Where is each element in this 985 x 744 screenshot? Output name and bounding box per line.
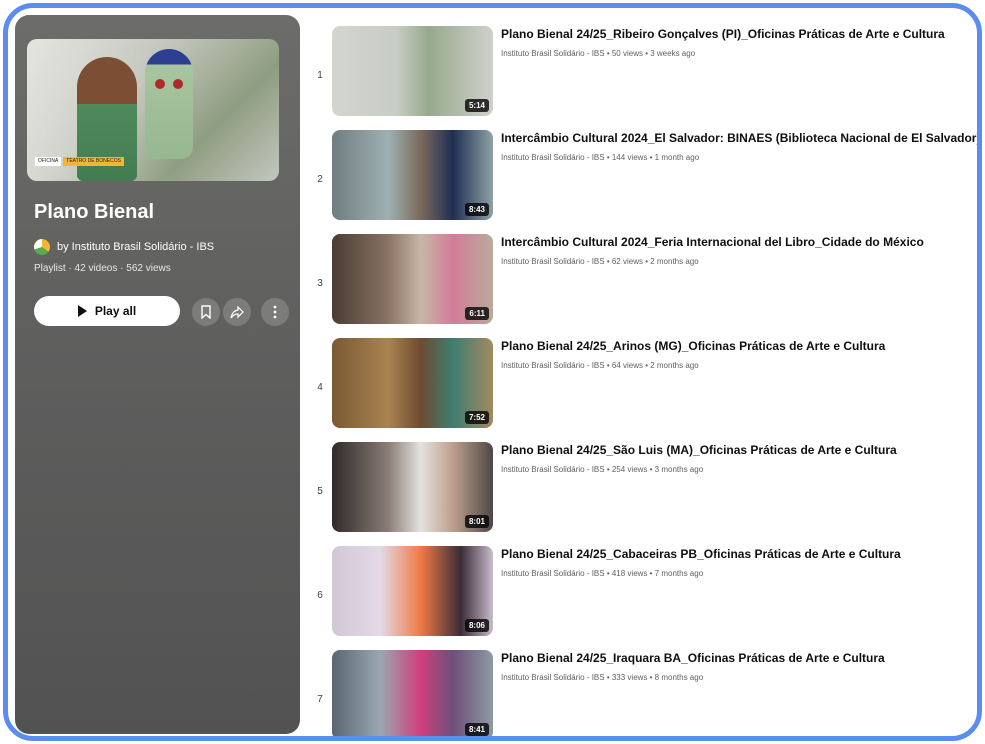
video-title[interactable]: Intercâmbio Cultural 2024_Feria Internac…: [501, 235, 977, 249]
play-all-label: Play all: [94, 304, 137, 318]
video-title[interactable]: Intercâmbio Cultural 2024_El Salvador: B…: [501, 131, 977, 145]
play-icon: [77, 305, 87, 317]
video-list-item[interactable]: 3 6:11 Intercâmbio Cultural 2024_Feria I…: [306, 234, 977, 334]
video-thumbnail[interactable]: 8:43: [332, 130, 493, 220]
video-list-item[interactable]: 1 5:14 Plano Bienal 24/25_Ribeiro Gonçal…: [306, 26, 977, 126]
video-meta: Instituto Brasil Solidário - IBS • 333 v…: [501, 673, 704, 682]
video-index: 6: [317, 590, 323, 601]
play-all-button[interactable]: Play all: [34, 296, 180, 326]
hero-tag: OFICINA: [35, 157, 62, 166]
hero-tag-bar: OFICINA TEATRO DE BONECOS: [35, 157, 124, 166]
video-meta: Instituto Brasil Solidário - IBS • 254 v…: [501, 465, 704, 474]
video-meta: Instituto Brasil Solidário - IBS • 50 vi…: [501, 49, 696, 58]
video-title[interactable]: Plano Bienal 24/25_São Luis (MA)_Oficina…: [501, 443, 977, 457]
video-index: 1: [317, 70, 323, 81]
owner-name[interactable]: by Instituto Brasil Solidário - IBS: [57, 241, 214, 253]
share-button[interactable]: [223, 298, 251, 326]
video-index: 2: [317, 174, 323, 185]
video-title[interactable]: Plano Bienal 24/25_Arinos (MG)_Oficinas …: [501, 339, 977, 353]
playlist-owner[interactable]: by Instituto Brasil Solidário - IBS: [34, 239, 214, 255]
video-thumbnail[interactable]: 7:52: [332, 338, 493, 428]
playlist-sidebar: OFICINA TEATRO DE BONECOS Plano Bienal b…: [15, 15, 300, 734]
video-duration: 6:11: [465, 307, 489, 320]
video-duration: 8:43: [464, 203, 489, 216]
playlist-stats: Playlist · 42 videos · 562 views: [34, 263, 171, 274]
video-thumbnail[interactable]: 8:06: [332, 546, 493, 636]
puppet-eye: [155, 79, 165, 89]
video-index: 3: [317, 278, 323, 289]
hero-puppet-figure: [145, 49, 193, 159]
video-meta: Instituto Brasil Solidário - IBS • 62 vi…: [501, 257, 699, 266]
app-frame: OFICINA TEATRO DE BONECOS Plano Bienal b…: [3, 3, 982, 741]
video-list-item[interactable]: 2 8:43 Intercâmbio Cultural 2024_El Salv…: [306, 130, 977, 230]
video-index: 5: [317, 486, 323, 497]
video-duration: 8:41: [464, 723, 489, 736]
bookmark-icon: [201, 305, 211, 319]
video-list-item[interactable]: 4 7:52 Plano Bienal 24/25_Arinos (MG)_Of…: [306, 338, 977, 438]
video-index: 4: [317, 382, 323, 393]
save-playlist-button[interactable]: [192, 298, 220, 326]
share-icon: [230, 305, 244, 319]
video-duration: 8:06: [464, 619, 489, 632]
video-title[interactable]: Plano Bienal 24/25_Cabaceiras PB_Oficina…: [501, 547, 977, 561]
playlist-hero-thumbnail[interactable]: OFICINA TEATRO DE BONECOS: [27, 39, 279, 181]
video-duration: 5:14: [464, 99, 489, 112]
video-thumbnail[interactable]: 5:14: [332, 26, 493, 116]
video-index: 7: [317, 694, 323, 705]
video-meta: Instituto Brasil Solidário - IBS • 144 v…: [501, 153, 700, 162]
puppet-eye: [173, 79, 183, 89]
playlist-title: Plano Bienal: [34, 201, 155, 223]
video-list-item[interactable]: 5 8:01 Plano Bienal 24/25_São Luis (MA)_…: [306, 442, 977, 542]
video-meta: Instituto Brasil Solidário - IBS • 64 vi…: [501, 361, 699, 370]
video-duration: 7:52: [464, 411, 489, 424]
video-duration: 8:01: [464, 515, 489, 528]
video-title[interactable]: Plano Bienal 24/25_Iraquara BA_Oficinas …: [501, 651, 977, 665]
video-list-item[interactable]: 6 8:06 Plano Bienal 24/25_Cabaceiras PB_…: [306, 546, 977, 646]
video-thumbnail[interactable]: 6:11: [332, 234, 493, 324]
video-meta: Instituto Brasil Solidário - IBS • 418 v…: [501, 569, 704, 578]
video-list-item[interactable]: 7 8:41 Plano Bienal 24/25_Iraquara BA_Of…: [306, 650, 977, 736]
owner-avatar[interactable]: [34, 239, 50, 255]
video-title[interactable]: Plano Bienal 24/25_Ribeiro Gonçalves (PI…: [501, 27, 977, 41]
more-vertical-icon: [273, 305, 277, 319]
hero-tag: TEATRO DE BONECOS: [63, 157, 124, 166]
video-thumbnail[interactable]: 8:41: [332, 650, 493, 736]
video-thumbnail[interactable]: 8:01: [332, 442, 493, 532]
more-options-button[interactable]: [261, 298, 289, 326]
